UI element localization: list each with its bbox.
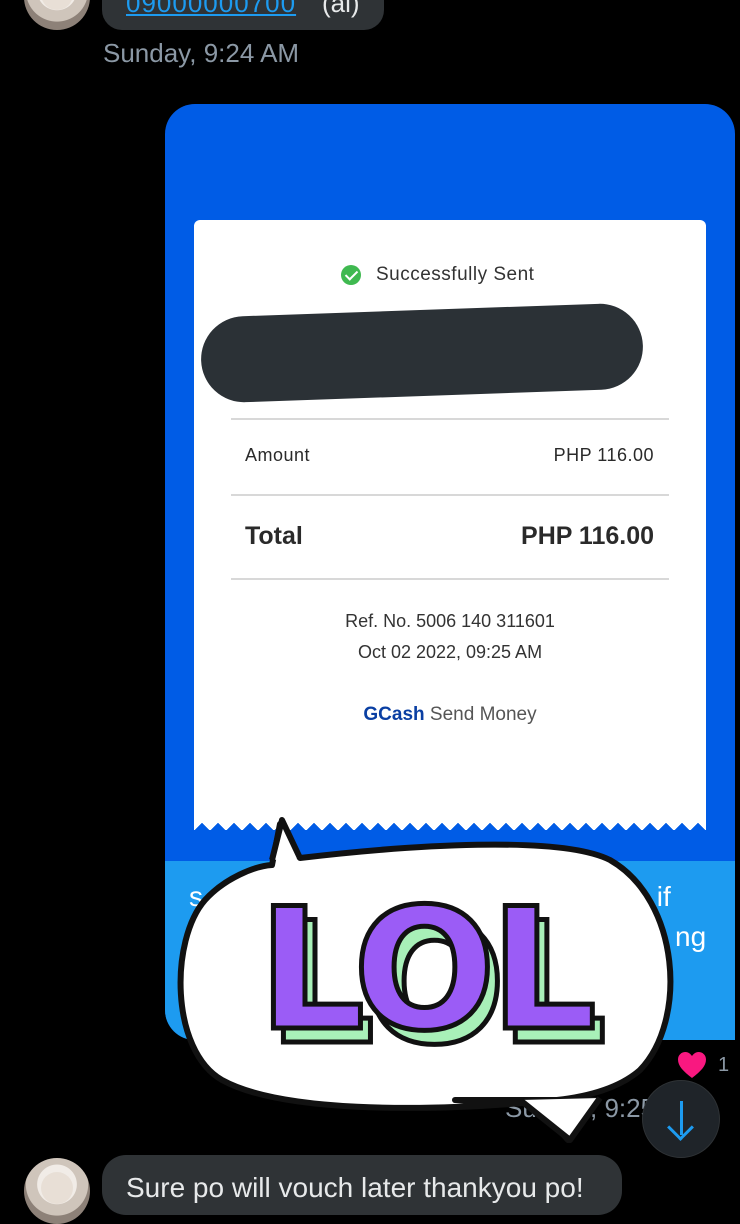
heart-icon[interactable] — [677, 1051, 707, 1079]
amount-label: Amount — [245, 445, 311, 465]
card-text-line1-right: s if — [635, 881, 671, 912]
service-name: Send Money — [429, 704, 537, 725]
message-timestamp: Sunday, 9:24 AM — [103, 38, 300, 68]
sent-timestamp-left: Sun — [505, 1093, 552, 1123]
avatar[interactable] — [24, 0, 90, 30]
amount-value: PHP 116.00 — [553, 445, 654, 465]
card-text-line2-right: ng — [675, 921, 707, 952]
message-text: (al) — [322, 0, 360, 18]
card-text-line1-left: s — [189, 881, 203, 912]
redaction-bar — [199, 302, 645, 404]
card-message-area: s s if ng — [165, 861, 735, 1040]
total-value: PHP 116.00 — [521, 522, 654, 550]
divider — [231, 578, 669, 580]
reference-number: Ref. No. 5006 140 311601 — [345, 611, 555, 631]
divider — [231, 494, 669, 496]
receipt-image-card[interactable]: s s if ng Successfully Sent Amount PHP 1… — [165, 104, 735, 1040]
receipt-edge — [194, 816, 706, 830]
divider — [231, 418, 669, 420]
total-label: Total — [245, 522, 303, 550]
gcash-receipt: Successfully Sent Amount PHP 116.00 Tota… — [194, 220, 706, 817]
gcash-logo: GCash — [363, 704, 425, 725]
status-text: Successfully Sent — [376, 264, 535, 285]
phone-link[interactable]: 09000000700 — [126, 0, 296, 19]
gcash-footer: GCash Send Money — [194, 704, 706, 726]
reaction-count: 1 — [718, 1054, 730, 1076]
message-text: Sure po will vouch later thankyou po! — [126, 1172, 584, 1203]
scroll-down-button[interactable] — [642, 1080, 720, 1158]
transaction-date: Oct 02 2022, 09:25 AM — [357, 642, 543, 662]
avatar[interactable] — [24, 1158, 90, 1224]
check-icon — [341, 265, 361, 285]
